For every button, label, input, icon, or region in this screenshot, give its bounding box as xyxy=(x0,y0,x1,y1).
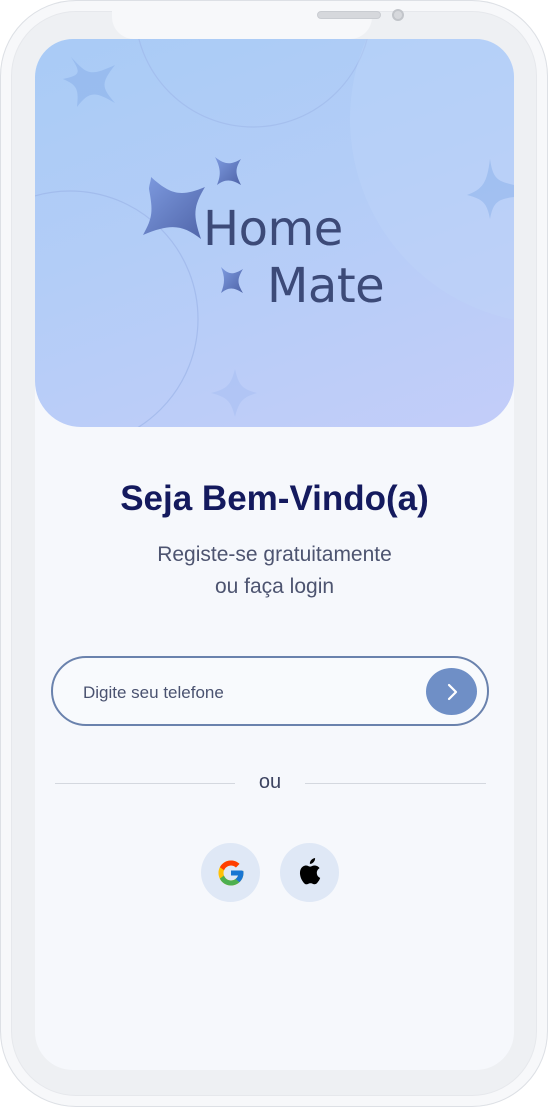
divider-line-left xyxy=(55,783,235,784)
phone-frame: Home Mate Seja Bem-Vindo(a) Registe-se g… xyxy=(0,0,548,1107)
logo-text-mate: Mate xyxy=(267,258,385,314)
subtitle-line-1: Registe-se gratuitamente xyxy=(157,543,392,566)
divider-line-right xyxy=(305,783,486,784)
phone-input-container xyxy=(51,656,489,726)
phone-notch xyxy=(112,1,404,39)
apple-icon xyxy=(299,857,320,884)
google-login-button[interactable] xyxy=(201,843,260,902)
hero-banner: Home Mate xyxy=(35,39,514,427)
chevron-right-icon xyxy=(447,683,457,700)
decor-circle-top xyxy=(138,39,368,128)
divider-label: ou xyxy=(258,771,282,793)
welcome-subtitle: Registe-se gratuitamente ou faça login xyxy=(35,539,514,603)
app-screen: Home Mate Seja Bem-Vindo(a) Registe-se g… xyxy=(35,39,514,1070)
logo-star-small-bottom xyxy=(221,267,243,293)
apple-login-button[interactable] xyxy=(280,843,339,902)
phone-speaker xyxy=(317,11,381,19)
logo-text-home: Home xyxy=(203,201,343,257)
submit-phone-button[interactable] xyxy=(426,668,477,715)
decor-star-bottom xyxy=(211,369,257,417)
decor-star-top-left xyxy=(63,57,115,107)
logo-star-small-top xyxy=(215,157,241,185)
phone-camera xyxy=(392,9,404,21)
subtitle-line-2: ou faça login xyxy=(214,575,335,598)
google-icon xyxy=(218,860,243,885)
welcome-title: Seja Bem-Vindo(a) xyxy=(120,479,429,518)
phone-input[interactable] xyxy=(81,678,415,708)
logo-star-large xyxy=(143,177,205,239)
